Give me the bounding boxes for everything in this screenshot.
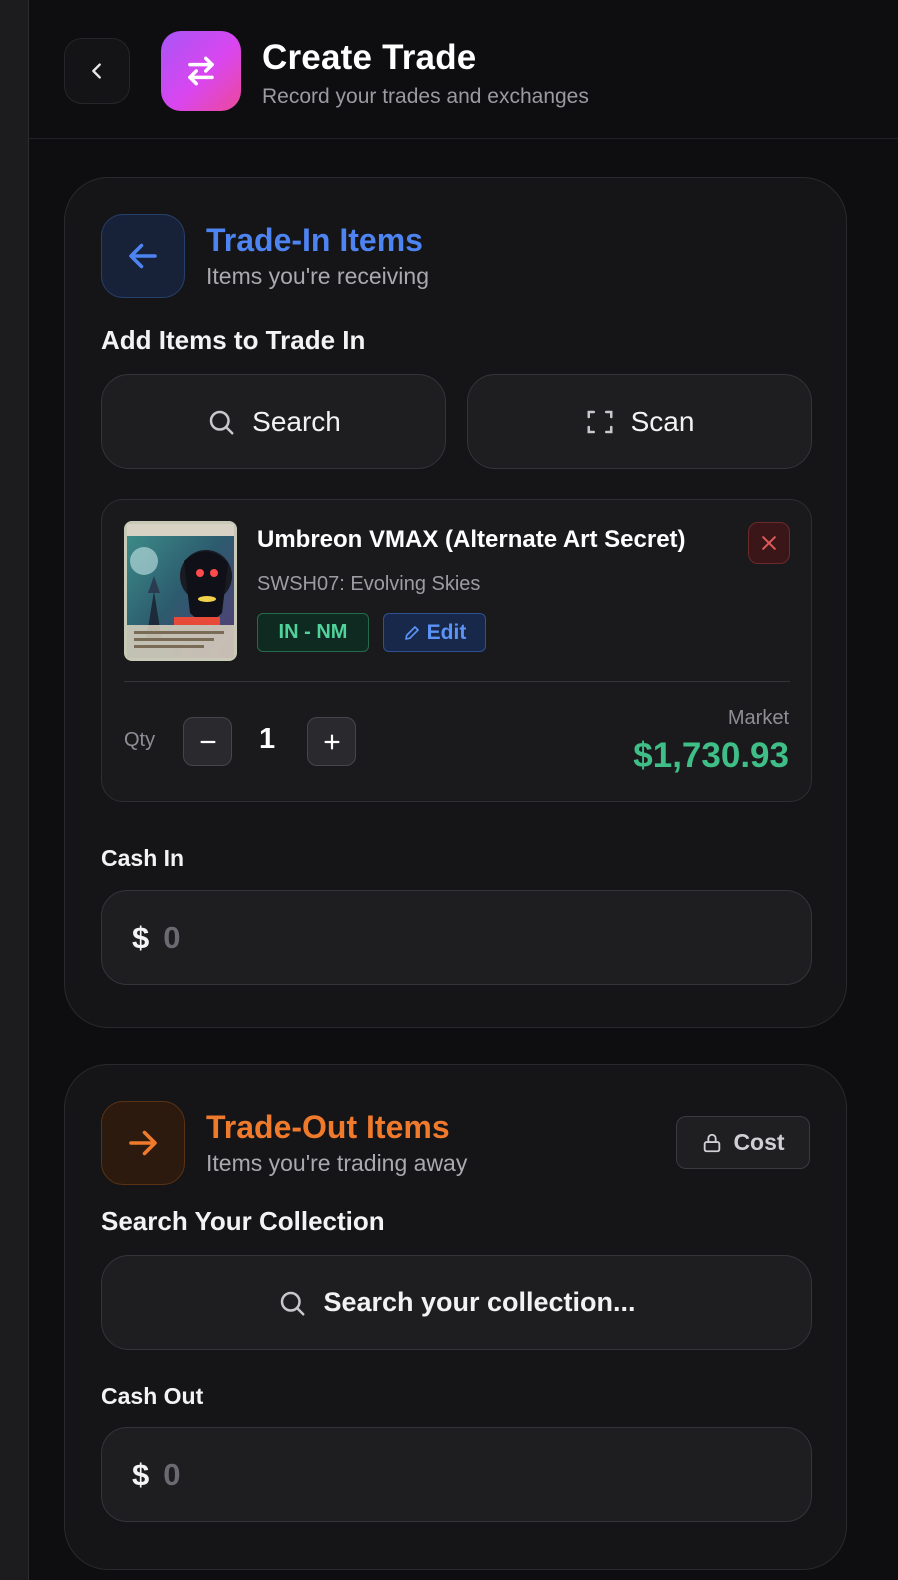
trade-out-card: Trade-Out Items Items you're trading awa… xyxy=(64,1064,847,1570)
search-icon xyxy=(281,1291,305,1315)
add-items-label: Add Items to Trade In xyxy=(101,325,366,355)
cash-in-label: Cash In xyxy=(101,845,185,871)
cash-out-field[interactable]: $ xyxy=(101,1427,812,1522)
qty-increment-button[interactable] xyxy=(307,717,356,766)
trade-in-card: Trade-In Items Items you're receiving Ad… xyxy=(64,177,847,1028)
trade-out-subtitle: Items you're trading away xyxy=(206,1150,468,1176)
cash-out-label: Cash Out xyxy=(101,1383,204,1409)
search-collection-placeholder: Search your collection... xyxy=(323,1287,636,1317)
qty-label: Qty xyxy=(124,729,156,751)
condition-badge[interactable]: IN - NM xyxy=(257,613,369,652)
trade-in-title: Trade-In Items xyxy=(206,222,423,258)
qty-decrement-button[interactable] xyxy=(183,717,232,766)
side-panel-edge xyxy=(0,0,29,1580)
chevron-left-icon xyxy=(92,63,101,79)
back-button[interactable] xyxy=(64,38,130,104)
cash-out-currency-symbol: $ xyxy=(132,1456,150,1492)
lock-icon xyxy=(704,1133,721,1152)
pencil-icon xyxy=(404,625,419,640)
scan-button-label: Scan xyxy=(630,405,695,437)
umbreon-card-image xyxy=(124,521,237,661)
card-thumbnail[interactable] xyxy=(124,521,237,661)
trade-in-icon-box xyxy=(101,214,185,298)
search-button[interactable]: Search xyxy=(101,374,446,469)
minus-icon xyxy=(199,740,216,743)
swap-arrows-icon xyxy=(188,56,214,86)
trade-out-title: Trade-Out Items xyxy=(206,1109,450,1145)
page-title: Create Trade xyxy=(262,38,477,77)
cash-out-input[interactable] xyxy=(163,1456,664,1493)
trade-in-subtitle: Items you're receiving xyxy=(206,263,429,289)
market-label: Market xyxy=(727,707,789,729)
trade-out-icon-box xyxy=(101,1101,185,1185)
cash-in-currency-symbol: $ xyxy=(132,919,150,955)
edit-button-label: Edit xyxy=(426,620,467,644)
edit-button[interactable]: Edit xyxy=(383,613,486,652)
item-divider xyxy=(124,681,790,682)
arrow-left-icon xyxy=(129,243,157,269)
search-icon xyxy=(209,410,234,434)
qty-value: 1 xyxy=(259,723,276,755)
close-icon xyxy=(762,536,776,550)
item-set: SWSH07: Evolving Skies xyxy=(257,573,481,595)
trade-app-icon xyxy=(161,31,241,111)
create-trade-screen: Create Trade Record your trades and exch… xyxy=(29,0,898,1580)
trade-in-item: Umbreon VMAX (Alternate Art Secret) SWSH… xyxy=(101,499,812,802)
plus-icon xyxy=(323,733,340,750)
search-collection-label: Search Your Collection xyxy=(101,1206,385,1236)
search-collection-button[interactable]: Search your collection... xyxy=(101,1255,812,1350)
cash-in-input[interactable] xyxy=(163,919,664,956)
market-value: $1,730.93 xyxy=(633,736,789,775)
page-subtitle: Record your trades and exchanges xyxy=(262,85,589,108)
scan-icon xyxy=(587,410,613,433)
cost-button-label: Cost xyxy=(733,1129,785,1155)
cash-in-field[interactable]: $ xyxy=(101,890,812,985)
header: Create Trade Record your trades and exch… xyxy=(29,0,898,139)
cost-toggle-button[interactable]: Cost xyxy=(676,1116,810,1169)
arrow-right-icon xyxy=(129,1130,157,1156)
item-name: Umbreon VMAX (Alternate Art Secret) xyxy=(257,526,686,553)
scan-button[interactable]: Scan xyxy=(467,374,812,469)
search-button-label: Search xyxy=(252,405,341,437)
remove-item-button[interactable] xyxy=(748,522,790,564)
